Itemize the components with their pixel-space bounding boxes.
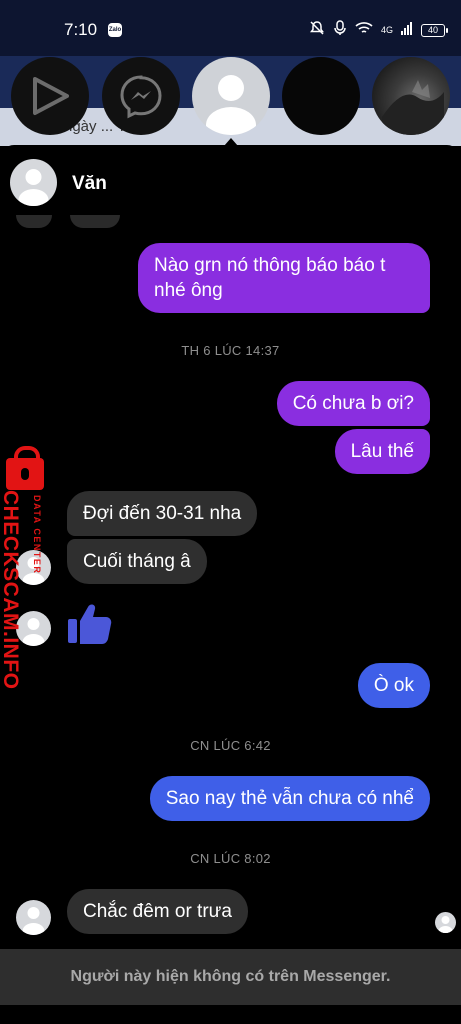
message-bubble-outgoing[interactable]: Nào grn nó thông báo báo t nhé ông	[138, 243, 430, 313]
default-avatar-icon	[22, 907, 45, 935]
message-bubble-outgoing[interactable]: Lâu thế	[334, 429, 430, 474]
timestamp: CN LÚC 8:02	[190, 851, 271, 866]
watermark-tagline: DATA CENTER	[32, 495, 42, 575]
default-avatar-icon	[438, 916, 453, 933]
timestamp: TH 6 LÚC 14:37	[181, 343, 280, 358]
messenger-chat-head[interactable]	[102, 57, 180, 135]
mic-icon	[333, 20, 347, 41]
lock-icon	[6, 446, 44, 490]
message-text: nhé ông	[154, 280, 223, 301]
battery-icon: 40	[421, 24, 448, 37]
play-icon	[33, 77, 69, 115]
contact-avatar-small	[16, 900, 51, 935]
message-bubble-outgoing[interactable]: Sao nay thẻ vẫn chưa có nhể	[149, 776, 430, 821]
status-time: 7:10	[64, 20, 98, 39]
network-type: 4G	[380, 25, 393, 35]
message-bubble-incoming[interactable]: Cuối tháng â	[67, 539, 207, 584]
contact-avatar[interactable]	[10, 159, 57, 206]
seen-indicator-avatar	[435, 912, 456, 933]
previous-avatar-peek	[16, 215, 52, 228]
message-bubble-outgoing[interactable]: Ò ok	[357, 663, 430, 708]
active-contact-chat-head[interactable]	[192, 57, 270, 135]
watermark-brand: CHECKSCAM.INFO	[0, 490, 22, 690]
dark-chat-head[interactable]	[282, 57, 360, 135]
status-bar: 7:10 Zalo 4G 40	[0, 0, 461, 56]
message-bubble-incoming[interactable]: Chắc đêm or trưa	[67, 889, 248, 934]
message-text: Nào grn nó thông báo báo t	[154, 255, 386, 276]
chat-panel: Văn Nào grn nó thông báo báo t nhé ông T…	[0, 145, 461, 1024]
message-bubble-outgoing[interactable]: Có chưa b ơi?	[276, 381, 430, 426]
timestamp: CN LÚC 6:42	[190, 738, 271, 753]
messenger-icon	[120, 75, 162, 119]
chat-header[interactable]: Văn	[0, 145, 461, 221]
default-avatar-icon	[18, 169, 49, 206]
zalo-notification-icon: Zalo	[108, 23, 122, 37]
bell-off-icon	[309, 20, 325, 41]
signal-icon	[401, 21, 413, 40]
photo-avatar	[382, 80, 444, 135]
thumbs-up-icon[interactable]	[66, 599, 114, 652]
previous-bubble-peek	[70, 215, 120, 228]
wifi-icon	[355, 21, 373, 40]
watermark: CHECKSCAM.INFO DATA CENTER	[0, 446, 60, 690]
contact-name: Văn	[72, 173, 107, 194]
message-bubble-incoming[interactable]: Đợi đến 30-31 nha	[67, 491, 258, 536]
unavailable-notice: Người này hiện không có trên Messenger.	[0, 949, 461, 1005]
play-chat-head[interactable]	[11, 57, 89, 135]
default-avatar-icon	[206, 75, 256, 135]
status-icons: 4G 40	[309, 20, 448, 41]
photo-chat-head[interactable]	[372, 57, 450, 135]
